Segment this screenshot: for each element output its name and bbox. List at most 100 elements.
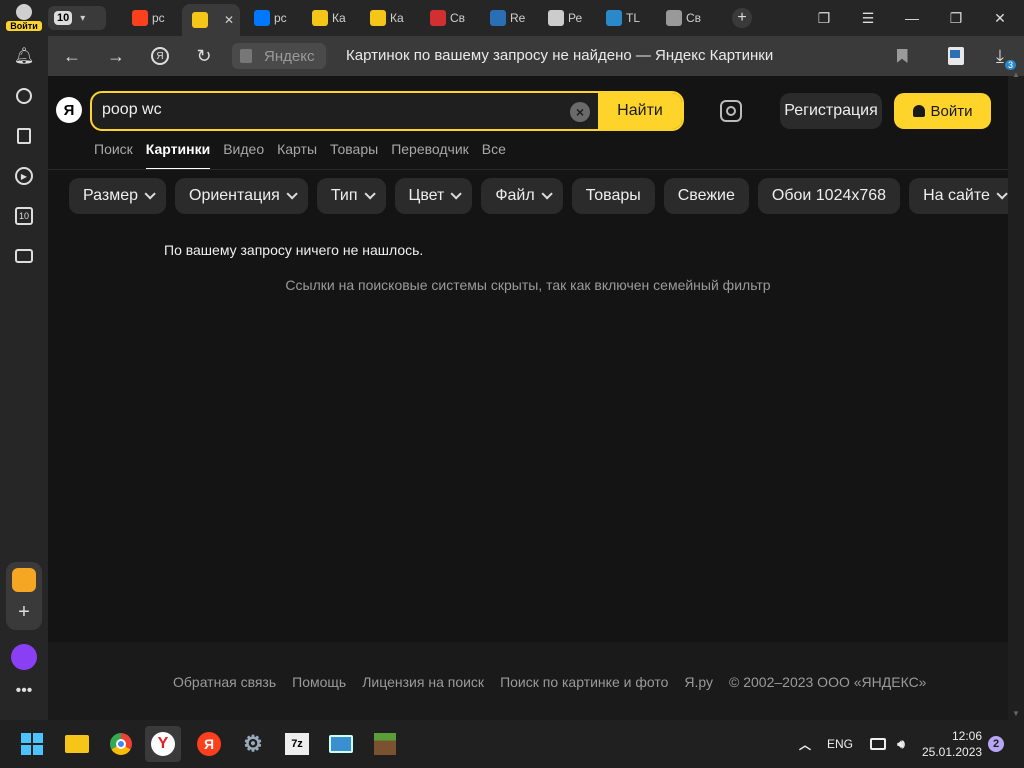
close-tab-icon[interactable]: ✕ <box>224 13 234 27</box>
filter-chip[interactable]: На сайте <box>909 178 1018 214</box>
footer-link[interactable]: Помощь <box>292 674 346 690</box>
alice-icon[interactable] <box>11 644 37 670</box>
tab-5[interactable]: Св <box>420 4 474 32</box>
image-search-button[interactable] <box>718 98 744 124</box>
mail-icon[interactable] <box>12 568 36 592</box>
video-button[interactable]: ▶ <box>12 164 36 188</box>
filter-chip[interactable]: Ориентация <box>175 178 308 214</box>
search-input[interactable]: poop wc <box>102 101 162 119</box>
minimize-button[interactable]: — <box>898 6 926 30</box>
tab-4[interactable]: Ка <box>360 4 414 32</box>
reload-button[interactable]: ↻ <box>192 44 216 68</box>
filter-label: Обои 1024х768 <box>771 187 887 204</box>
tab-bar: Войти 10 ▾ рс ✕ рс Ка Ка Св Re Ре TL Св + ❐ ☰ — ❐… <box>0 0 1024 36</box>
tab-6[interactable]: Re <box>480 4 534 32</box>
domain-chip[interactable]: Яндекс <box>232 43 326 69</box>
network-button[interactable] <box>866 732 890 756</box>
search-button[interactable]: Найти <box>598 93 682 129</box>
hamburger-icon: ☰ <box>861 9 875 26</box>
footer-link[interactable]: Я.ру <box>684 674 713 690</box>
chevron-down-icon <box>450 188 463 200</box>
bookmark-button[interactable] <box>890 44 914 68</box>
yandex-home-button[interactable]: Я <box>148 44 172 68</box>
page-title[interactable]: Картинок по вашему запросу не найдено — … <box>346 47 773 64</box>
yandex-button[interactable]: Я <box>197 732 221 756</box>
filter-chip[interactable]: Товары <box>571 178 655 214</box>
tab-9[interactable]: Св <box>656 4 710 32</box>
tab-groups-button[interactable]: 10 <box>12 204 36 228</box>
new-tab-button[interactable]: + <box>728 6 756 30</box>
tab-3[interactable]: Ка <box>302 4 356 32</box>
7zip-button[interactable]: 7z <box>285 732 309 756</box>
profile-button[interactable]: Войти <box>6 2 42 34</box>
filter-chip[interactable]: Тип <box>316 178 386 214</box>
volume-button[interactable]: 🔊︎ <box>889 732 913 756</box>
search-box: poop wc × Найти <box>90 91 684 131</box>
service-tab[interactable]: Поиск <box>94 140 133 170</box>
grass-block-icon <box>374 733 396 755</box>
settings-button[interactable]: ⚙ <box>241 731 265 756</box>
notification-badge[interactable]: 2 <box>988 736 1004 752</box>
tray-overflow-button[interactable]: ︿ <box>793 732 817 756</box>
tab-2[interactable]: рс <box>244 4 298 32</box>
service-tab[interactable]: Товары <box>330 140 378 170</box>
tab-1[interactable]: ✕ <box>182 4 240 36</box>
footer-link[interactable]: Поиск по картинке и фото <box>500 674 668 690</box>
close-icon: × <box>575 104 585 120</box>
network-icon <box>870 738 886 750</box>
service-tab[interactable]: Картинки <box>145 140 211 170</box>
service-tab[interactable]: Все <box>482 140 506 170</box>
minecraft-button[interactable] <box>373 732 397 756</box>
tab-8[interactable]: TL <box>596 4 650 32</box>
footer-links: Обратная связь Помощь Лицензия на поиск Пои… <box>173 674 926 690</box>
restore-button[interactable]: ❐ <box>942 6 970 30</box>
tab-0[interactable]: рс <box>122 4 176 32</box>
screenshot-button[interactable] <box>12 244 36 268</box>
collections-button[interactable]: ❐ <box>810 6 838 30</box>
filter-chip[interactable]: Цвет <box>394 178 473 214</box>
filter-chip[interactable]: Файл <box>481 178 563 214</box>
extension-button[interactable] <box>944 44 968 68</box>
close-window-button[interactable]: ✕ <box>986 6 1014 30</box>
filter-chip[interactable]: Свежие <box>663 178 749 214</box>
start-button[interactable] <box>20 732 44 756</box>
chrome-button[interactable] <box>109 732 133 756</box>
notifications-button[interactable]: 🔔︎ <box>12 44 36 68</box>
footer-link[interactable]: Обратная связь <box>173 674 276 690</box>
more-icon[interactable]: ••• <box>12 682 36 700</box>
tab-group-button[interactable]: 10 ▾ <box>48 6 106 30</box>
service-tab[interactable]: Переводчик <box>391 140 469 170</box>
service-tab[interactable]: Карты <box>277 140 317 170</box>
language-indicator[interactable]: ENG <box>827 737 853 751</box>
yandex-browser-button[interactable]: Y <box>145 726 181 762</box>
scrollbar[interactable]: ▲ ▼ <box>1008 70 1024 720</box>
filter-chip[interactable]: Обои 1024х768 <box>757 178 901 214</box>
explorer-button[interactable] <box>65 732 89 756</box>
menu-button[interactable]: ☰ <box>854 6 882 30</box>
back-button[interactable]: ← <box>60 44 84 68</box>
tab-7[interactable]: Ре <box>538 4 592 32</box>
tab-label: Ка <box>332 11 346 25</box>
yandex-browser-icon: Y <box>151 732 175 756</box>
add-panel-icon[interactable]: + <box>12 600 36 624</box>
service-tab[interactable]: Видео <box>223 140 264 170</box>
footer-link[interactable]: Лицензия на поиск <box>362 674 484 690</box>
register-button[interactable]: Регистрация <box>780 93 882 129</box>
images-icon <box>312 10 328 26</box>
clock[interactable]: 12:06 25.01.2023 <box>922 728 982 760</box>
login-button[interactable]: Войти <box>894 93 991 129</box>
yandex-icon <box>132 10 148 26</box>
history-button[interactable] <box>12 84 36 108</box>
clear-search-button[interactable]: × <box>570 102 590 122</box>
downloads-button[interactable]: ⤓ 3 <box>988 44 1016 70</box>
user-icon <box>912 105 925 117</box>
ten-icon: 10 <box>15 207 33 225</box>
collections-button[interactable] <box>12 124 36 148</box>
forward-button[interactable]: → <box>104 44 128 68</box>
date: 25.01.2023 <box>922 745 983 759</box>
filter-label: Ориентация <box>189 187 280 204</box>
copy-icon: ❐ <box>817 9 831 26</box>
filter-chip[interactable]: Размер <box>69 178 166 214</box>
app-button[interactable] <box>329 732 353 756</box>
yandex-logo[interactable]: Я <box>56 97 82 123</box>
